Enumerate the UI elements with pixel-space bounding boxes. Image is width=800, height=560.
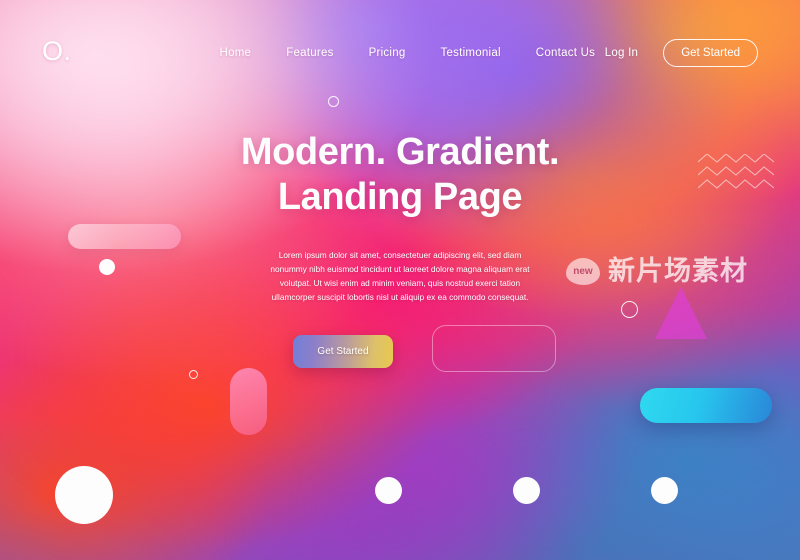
navbar: O. Home Features Pricing Testimonial Con… xyxy=(0,0,800,105)
hero-title-line-2: Landing Page xyxy=(277,175,523,218)
decor-dot-bottom-3 xyxy=(651,477,678,504)
login-link[interactable]: Log In xyxy=(605,47,638,59)
nav-get-started-button[interactable]: Get Started xyxy=(663,38,758,67)
brand-logo[interactable]: O. xyxy=(42,38,72,65)
decor-pill-pink-vertical xyxy=(230,368,267,435)
decor-pill-cyan xyxy=(640,388,772,423)
hero-get-started-button[interactable]: Get Started xyxy=(293,334,393,368)
landing-page-hero: O. Home Features Pricing Testimonial Con… xyxy=(0,0,800,560)
nav-link-testimonial[interactable]: Testimonial xyxy=(441,47,501,59)
nav-link-features[interactable]: Features xyxy=(286,47,333,59)
nav-actions: Log In Get Started xyxy=(605,38,758,67)
decor-ring-small-mid xyxy=(189,370,198,379)
decor-circle-large-bottom-left xyxy=(55,466,113,524)
hero-paragraph: Lorem ipsum dolor sit amet, consectetuer… xyxy=(270,249,530,303)
hero-title-line-1: Modern. Gradient. xyxy=(240,131,560,173)
decor-dot-bottom-1 xyxy=(375,477,402,504)
nav-link-contact-us[interactable]: Contact Us xyxy=(536,47,595,59)
hero-title: Modern. Gradient. Landing Page xyxy=(240,130,560,220)
nav-links: Home Features Pricing Testimonial Contac… xyxy=(220,47,596,59)
nav-link-pricing[interactable]: Pricing xyxy=(369,47,406,59)
decor-dot-bottom-2 xyxy=(513,477,540,504)
hero-section: Modern. Gradient. Landing Page Lorem ips… xyxy=(0,130,800,368)
nav-link-home[interactable]: Home xyxy=(220,47,252,59)
